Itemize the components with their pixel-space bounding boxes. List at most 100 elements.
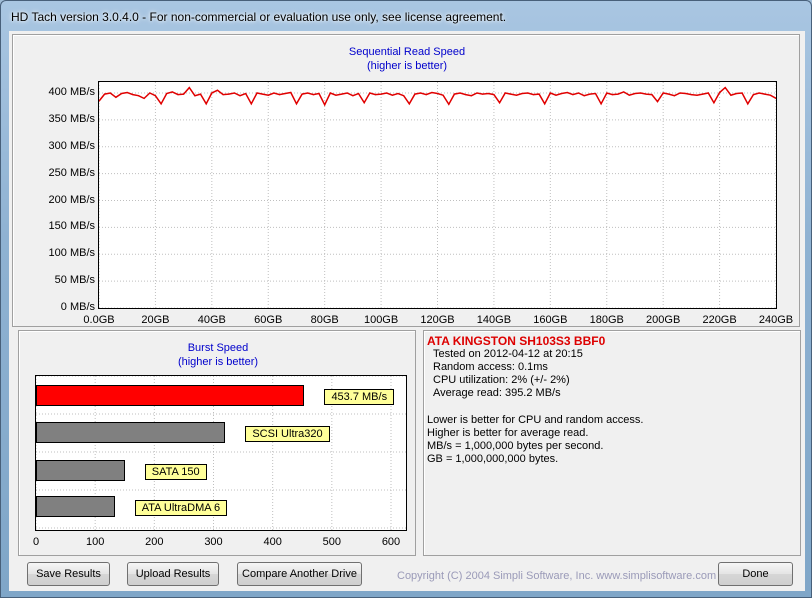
sequential-read-point — [594, 92, 597, 95]
sequential-x-tick-label: 160GB — [533, 314, 568, 326]
sequential-read-point — [465, 94, 467, 96]
sequential-read-point — [764, 93, 766, 95]
sequential-read-point — [380, 93, 382, 95]
sequential-read-point — [245, 92, 247, 95]
sequential-read-point — [166, 92, 168, 95]
burst-chart-subtitle: (higher is better) — [177, 356, 259, 368]
note-gb-definition: GB = 1,000,000,000 bytes. — [427, 453, 559, 465]
sequential-read-point — [273, 92, 275, 94]
sequential-read-point — [199, 93, 202, 95]
sequential-x-tick-label: 80GB — [310, 314, 339, 326]
sequential-read-point — [239, 95, 241, 97]
sequential-read-point — [685, 92, 687, 95]
sequential-read-point — [741, 92, 743, 94]
sequential-read-point — [171, 91, 173, 93]
sequential-read-point — [154, 95, 157, 97]
burst-bar-label: 453.7 MB/s — [324, 389, 395, 405]
sequential-read-point — [645, 93, 647, 95]
sequential-read-point — [623, 91, 625, 93]
sequential-read-point — [216, 89, 219, 91]
sequential-x-tick-label: 200GB — [646, 314, 681, 326]
upload-results-button[interactable]: Upload Results — [127, 562, 219, 586]
sequential-y-tick-label: 50 MB/s — [54, 274, 95, 287]
sequential-x-tick-label: 60GB — [254, 314, 283, 326]
sequential-read-point — [583, 95, 585, 97]
sequential-read-point — [109, 92, 111, 94]
tested-on: Tested on 2012-04-12 at 20:15 — [433, 348, 583, 360]
app-window: HD Tach version 3.0.4.0 - For non-commer… — [0, 0, 812, 598]
sequential-chart-heading: Sequential Read Speed (higher is better) — [13, 45, 801, 73]
sequential-read-point — [188, 87, 190, 89]
sequential-read-point — [690, 94, 692, 96]
sequential-read-point — [419, 92, 422, 94]
sequential-read-point — [115, 96, 117, 98]
sequential-read-point — [600, 103, 602, 105]
sequential-read-point — [278, 94, 281, 96]
sequential-x-tick-label: 20GB — [141, 314, 170, 326]
burst-x-tick-label: 500 — [322, 536, 341, 548]
sequential-read-point — [290, 91, 292, 94]
sequential-plot-area — [98, 81, 777, 309]
sequential-y-tick-label: 400 MB/s — [48, 86, 95, 98]
sequential-read-point — [436, 92, 439, 95]
sequential-x-tick-label: 140GB — [476, 314, 512, 326]
note-mbs-definition: MB/s = 1,000,000 bytes per second. — [427, 440, 604, 452]
burst-bar-label: SCSI Ultra320 — [245, 426, 330, 442]
sequential-read-point — [352, 95, 354, 97]
sequential-read-point — [747, 103, 749, 105]
sequential-read-point — [346, 92, 348, 94]
sequential-read-point — [651, 94, 653, 96]
done-button[interactable]: Done — [718, 562, 793, 586]
sequential-read-point — [470, 95, 472, 97]
sequential-read-point — [143, 97, 145, 99]
note-higher-better: Higher is better for average read. — [427, 427, 589, 439]
sequential-read-point — [673, 95, 676, 97]
sequential-read-point — [572, 94, 574, 96]
sequential-read-point — [132, 94, 134, 96]
sequential-read-point — [160, 103, 162, 105]
sequential-read-point — [137, 95, 140, 97]
burst-bar — [36, 460, 125, 481]
sequential-read-point — [566, 91, 568, 94]
sequential-read-point — [730, 94, 732, 96]
sequential-read-point — [448, 103, 450, 105]
sequential-read-point — [668, 93, 670, 95]
sequential-read-point — [656, 101, 659, 103]
save-results-button[interactable]: Save Results — [27, 562, 110, 586]
sequential-read-point — [549, 92, 551, 94]
sequential-read-point — [408, 103, 410, 105]
sequential-read-point — [205, 103, 207, 105]
sequential-read-point — [386, 92, 388, 94]
sequential-read-point — [640, 92, 642, 94]
burst-bar-label: ATA UltraDMA 6 — [134, 500, 228, 516]
burst-x-tick-label: 600 — [381, 536, 401, 548]
burst-bar — [36, 422, 226, 443]
sequential-read-point — [267, 94, 269, 96]
sequential-read-point — [527, 92, 529, 94]
sequential-read-point — [561, 92, 563, 95]
results-info-panel: ATA KINGSTON SH103S3 BBF0 Tested on 2012… — [423, 330, 801, 556]
compare-another-drive-button[interactable]: Compare Another Drive — [237, 562, 362, 586]
burst-bar — [36, 496, 115, 517]
sequential-read-point — [425, 94, 427, 96]
sequential-read-point — [256, 92, 258, 94]
sequential-read-point — [329, 92, 331, 94]
burst-x-tick-label: 0 — [32, 536, 40, 548]
burst-speed-panel: Burst Speed (higher is better) 453.7 MB/… — [18, 330, 416, 556]
sequential-read-point — [702, 93, 704, 95]
sequential-read-point — [318, 92, 320, 95]
title-bar[interactable]: HD Tach version 3.0.4.0 - For non-commer… — [7, 7, 805, 27]
sequential-read-point — [752, 94, 755, 96]
sequential-read-point — [194, 95, 196, 97]
sequential-read-point — [459, 92, 461, 94]
sequential-read-point — [262, 93, 264, 95]
sequential-read-point — [713, 102, 715, 104]
sequential-read-point — [307, 92, 309, 94]
sequential-read-point — [324, 104, 326, 106]
sequential-read-point — [606, 92, 608, 94]
sequential-read-point — [228, 93, 230, 95]
sequential-read-point — [391, 94, 393, 96]
sequential-read-point — [487, 92, 489, 95]
copyright-text: Copyright (C) 2004 Simpli Software, Inc.… — [397, 570, 717, 582]
sequential-read-point — [515, 94, 518, 96]
